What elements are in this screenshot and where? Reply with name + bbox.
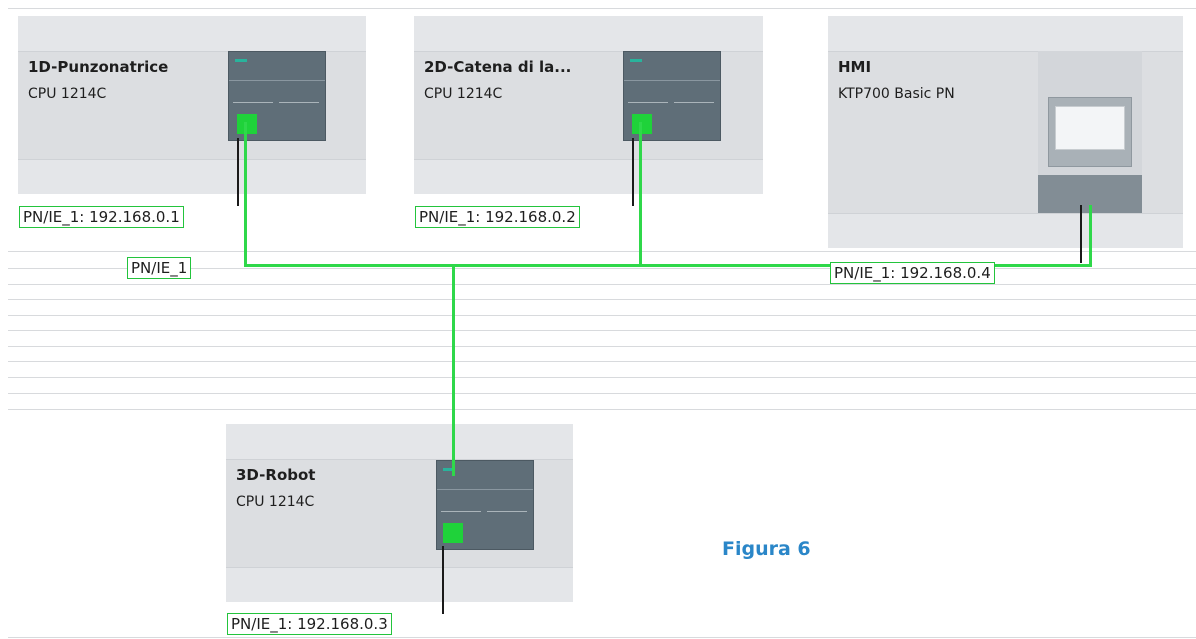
device-header-band	[414, 16, 763, 52]
device-type: CPU 1214C	[28, 86, 107, 102]
profinet-port-icon[interactable]	[632, 114, 652, 134]
status-led-icon	[235, 59, 247, 62]
device-type: KTP700 Basic PN	[838, 86, 955, 102]
plc-segment	[233, 102, 273, 103]
device-footer-band	[18, 159, 366, 194]
interface-address-label[interactable]: PN/IE_1: 192.168.0.1	[19, 206, 184, 228]
subnet-label[interactable]: PN/IE_1	[127, 257, 192, 279]
interface-address-label[interactable]: PN/IE_1: 192.168.0.2	[415, 206, 580, 228]
port-stub-line	[237, 138, 239, 206]
grid-line	[8, 251, 1196, 252]
interface-address-label[interactable]: PN/IE_1: 192.168.0.4	[830, 262, 995, 284]
profinet-port-icon[interactable]	[237, 114, 257, 134]
grid-line	[8, 393, 1196, 394]
device-header-band	[828, 16, 1183, 52]
grid-line	[8, 330, 1196, 331]
grid-line	[8, 346, 1196, 347]
device-header-band	[18, 16, 366, 52]
plc-segment	[441, 511, 481, 512]
profinet-drop-line[interactable]	[1089, 205, 1092, 267]
plc-strip	[437, 489, 533, 490]
hmi-panel-icon	[1038, 51, 1142, 213]
grid-line	[8, 299, 1196, 300]
plc-strip	[229, 80, 325, 81]
figure-caption: Figura 6	[722, 538, 811, 560]
profinet-port-icon[interactable]	[443, 523, 463, 543]
hmi-screen	[1048, 97, 1132, 167]
port-stub-line	[442, 546, 444, 614]
device-footer-band	[414, 159, 763, 194]
plc-cpu-icon	[623, 51, 721, 141]
device-footer-band	[226, 567, 573, 602]
profinet-drop-line[interactable]	[244, 122, 247, 267]
device-name: 1D-Punzonatrice	[28, 58, 169, 76]
plc-segment	[279, 102, 319, 103]
grid-line	[8, 8, 1196, 9]
grid-line	[8, 377, 1196, 378]
grid-line	[8, 361, 1196, 362]
grid-line	[8, 315, 1196, 316]
device-footer-band	[828, 213, 1183, 248]
port-stub-line	[1080, 205, 1082, 263]
profinet-drop-line[interactable]	[452, 264, 455, 476]
grid-line	[8, 409, 1196, 410]
plc-strip	[624, 80, 720, 81]
interface-address-label[interactable]: PN/IE_1: 192.168.0.3	[227, 613, 392, 635]
plc-segment	[628, 102, 668, 103]
plc-segment	[674, 102, 714, 103]
device-type: CPU 1214C	[424, 86, 503, 102]
device-name: HMI	[838, 58, 872, 76]
grid-line	[8, 284, 1196, 285]
device-header-band	[226, 424, 573, 460]
network-view-canvas[interactable]: 1D-Punzonatrice CPU 1214C 2D-Catena di l…	[0, 0, 1196, 639]
grid-line	[8, 637, 1196, 638]
device-type: CPU 1214C	[236, 494, 315, 510]
hmi-display	[1055, 106, 1125, 150]
device-name: 2D-Catena di la...	[424, 58, 572, 76]
plc-cpu-icon	[228, 51, 326, 141]
device-name: 3D-Robot	[236, 466, 316, 484]
plc-segment	[487, 511, 527, 512]
port-stub-line	[632, 138, 634, 206]
profinet-drop-line[interactable]	[639, 122, 642, 267]
status-led-icon	[630, 59, 642, 62]
plc-cpu-icon	[436, 460, 534, 550]
